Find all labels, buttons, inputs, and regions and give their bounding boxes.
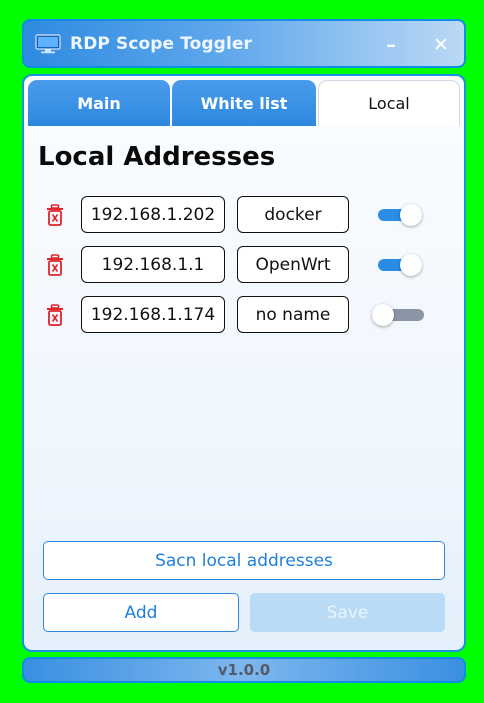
delete-icon[interactable] [46,304,64,326]
address-row: 192.168.1.202 docker [24,196,464,234]
address-row: 192.168.1.174 no name [24,296,464,334]
delete-icon[interactable] [46,254,64,276]
ip-field[interactable]: 192.168.1.174 [81,296,225,333]
close-button[interactable]: ✕ [427,31,455,59]
enable-toggle[interactable] [378,204,424,226]
toggle-knob [372,304,394,326]
version-bar: v1.0.0 [22,657,466,683]
enable-toggle[interactable] [372,304,424,326]
minimize-button[interactable]: – [377,31,405,59]
add-button[interactable]: Add [43,593,239,632]
tab-local[interactable]: Local [318,80,460,126]
page-title: Local Addresses [38,142,276,172]
tab-bar: Main White list Local [28,80,460,126]
ip-field[interactable]: 192.168.1.1 [81,246,225,283]
name-field[interactable]: docker [237,196,349,233]
scan-local-addresses-button[interactable]: Sacn local addresses [43,541,445,580]
window-title: RDP Scope Toggler [70,34,252,54]
toggle-knob [400,204,422,226]
version-label: v1.0.0 [217,661,271,679]
close-icon: ✕ [433,34,449,56]
save-button[interactable]: Save [250,593,445,632]
ip-field[interactable]: 192.168.1.202 [81,196,225,233]
title-bar[interactable]: RDP Scope Toggler – ✕ [22,19,466,68]
monitor-icon [35,34,61,54]
enable-toggle[interactable] [378,254,424,276]
delete-icon[interactable] [46,204,64,226]
name-field[interactable]: OpenWrt [237,246,349,283]
minimize-icon: – [386,34,396,56]
toggle-knob [400,254,422,276]
tab-white-list[interactable]: White list [172,80,316,126]
main-panel: Main White list Local Local Addresses 19… [22,74,466,652]
name-field[interactable]: no name [237,296,349,333]
address-row: 192.168.1.1 OpenWrt [24,246,464,284]
tab-main[interactable]: Main [28,80,170,126]
